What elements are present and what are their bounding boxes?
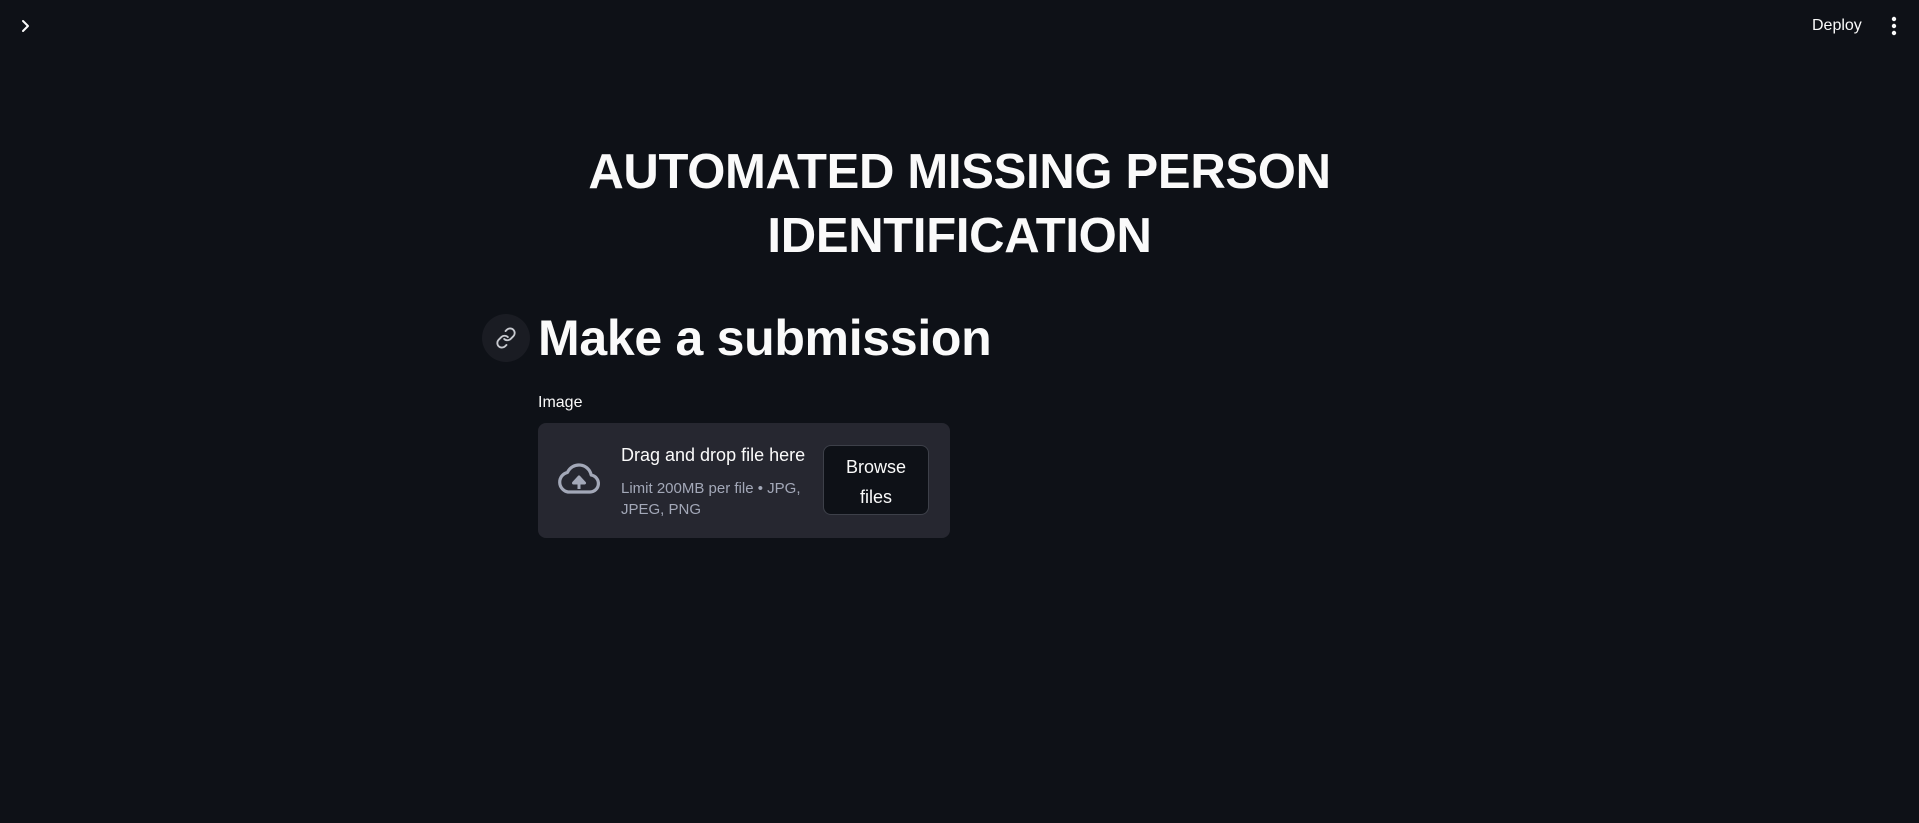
main-menu-button[interactable]	[1882, 12, 1906, 40]
dropzone-instruction: Drag and drop file here	[621, 445, 806, 465]
browse-line-1: Browse	[845, 456, 907, 477]
uploader-label: Image	[538, 394, 583, 411]
kebab-menu-icon	[1891, 16, 1897, 36]
chevron-right-icon	[22, 20, 29, 32]
limit-line-1: Limit 200MB per file • JPG,	[621, 480, 801, 497]
cloud-upload-icon	[558, 463, 600, 494]
dropzone-limit-text: Limit 200MB per file • JPG, JPEG, PNG	[621, 478, 811, 520]
page-title-line-1: AUTOMATED MISSING PERSON	[588, 145, 1331, 199]
page-title-line-2: IDENTIFICATION	[767, 209, 1152, 263]
link-icon	[496, 327, 516, 349]
app-root: Deploy AUTOMATED MISSING PERSON IDENTIFI…	[0, 0, 1919, 823]
heading-anchor-link[interactable]	[482, 314, 530, 362]
browse-line-2: files	[859, 486, 892, 507]
page-title: AUTOMATED MISSING PERSON IDENTIFICATION	[538, 140, 1381, 268]
file-dropzone[interactable]: Drag and drop file here Limit 200MB per …	[538, 423, 950, 538]
browse-files-button[interactable]: Browse files	[823, 445, 929, 515]
section-heading: Make a submission	[538, 310, 992, 366]
sidebar-toggle-button[interactable]	[14, 14, 38, 38]
limit-line-2: JPEG, PNG	[621, 501, 702, 518]
deploy-button[interactable]: Deploy	[1800, 12, 1874, 40]
